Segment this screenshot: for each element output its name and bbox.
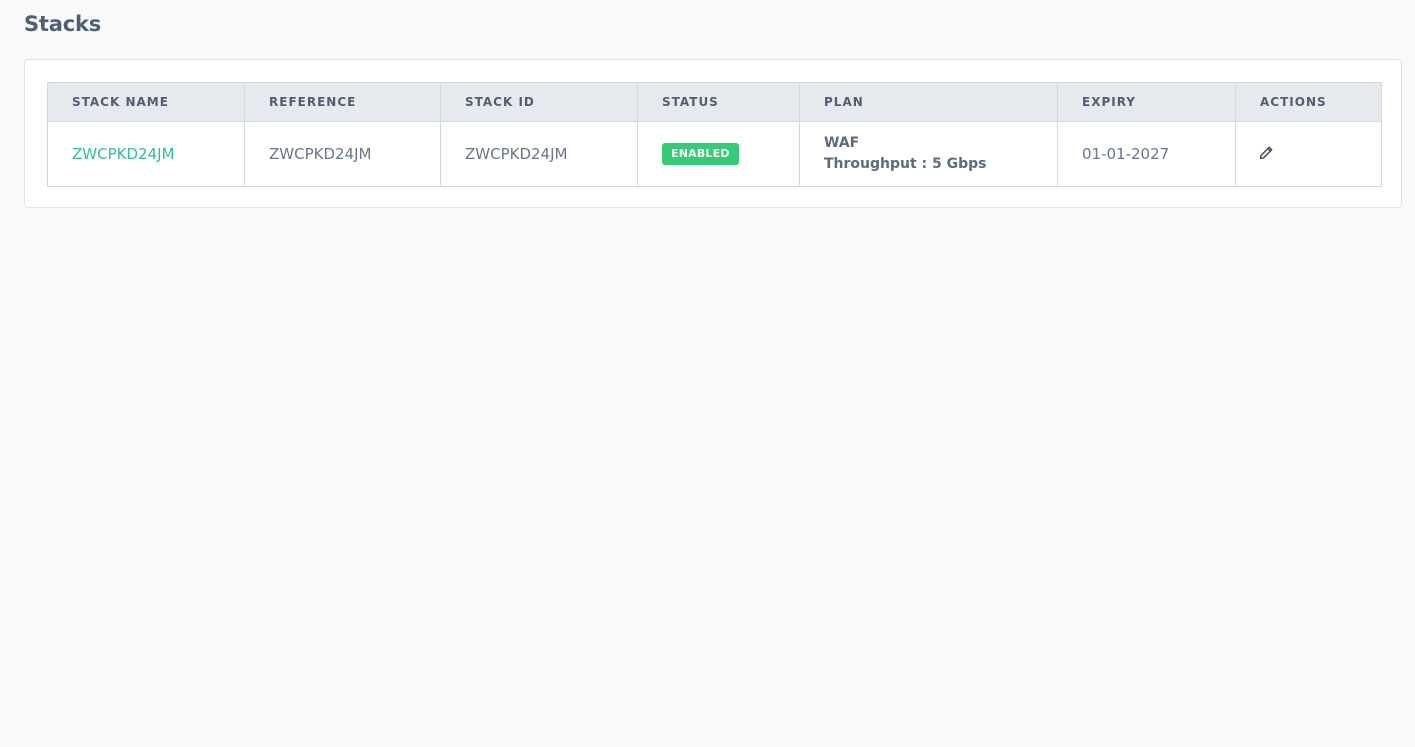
table-header-row: STACK NAME REFERENCE STACK ID STATUS PLA… [47,82,1382,122]
stack-name-cell: ZWCPKD24JM [47,121,245,187]
status-badge: ENABLED [662,143,739,165]
plan-name: WAF [824,135,860,151]
stacks-card: STACK NAME REFERENCE STACK ID STATUS PLA… [24,59,1402,208]
stacks-table: STACK NAME REFERENCE STACK ID STATUS PLA… [47,82,1382,187]
edit-button[interactable] [1256,143,1276,163]
stack-id-cell: ZWCPKD24JM [440,121,638,187]
column-header-plan: PLAN [799,82,1058,122]
status-cell: ENABLED [637,121,800,187]
column-header-actions: ACTIONS [1235,82,1382,122]
reference-cell: ZWCPKD24JM [244,121,441,187]
column-header-expiry: EXPIRY [1057,82,1236,122]
pencil-icon [1259,146,1273,160]
plan-cell: WAF Throughput : 5 Gbps [799,121,1058,187]
stack-name-link[interactable]: ZWCPKD24JM [72,145,174,163]
column-header-stack-id: STACK ID [440,82,638,122]
column-header-stack-name: STACK NAME [47,82,245,122]
column-header-status: STATUS [637,82,800,122]
column-header-reference: REFERENCE [244,82,441,122]
plan-throughput: Throughput : 5 Gbps [824,156,987,172]
expiry-cell: 01-01-2027 [1057,121,1236,187]
table-row: ZWCPKD24JM ZWCPKD24JM ZWCPKD24JM ENABLED… [47,121,1382,187]
page-title: Stacks [24,12,102,36]
actions-cell [1235,121,1382,187]
